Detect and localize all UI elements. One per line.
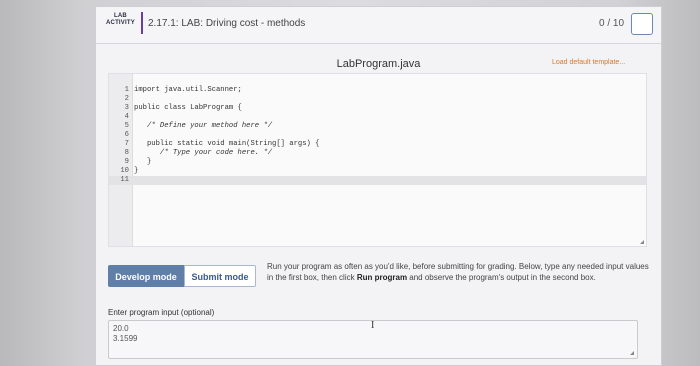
- code-text: /* Define your method here */: [134, 122, 273, 130]
- lab-panel: LAB ACTIVITY 2.17.1: LAB: Driving cost -…: [95, 6, 662, 366]
- code-line-active: 11: [109, 176, 646, 185]
- code-line: 4: [109, 113, 646, 122]
- code-text: public static void main(String[] args) {: [134, 140, 320, 148]
- input-line: 20.0: [113, 324, 129, 333]
- badge-line2: ACTIVITY: [106, 20, 135, 26]
- code-line: 9 }: [109, 158, 646, 167]
- line-number: 10: [120, 167, 129, 175]
- code-line: 2: [109, 95, 646, 104]
- program-input-label: Enter program input (optional): [108, 308, 215, 317]
- code-text: /* Type your code here. */: [134, 149, 273, 157]
- load-default-template-link[interactable]: Load default template...: [552, 59, 625, 66]
- instructions-part2: and observe the program's output in the …: [407, 273, 596, 282]
- code-line: 3 public class LabProgram {: [109, 104, 646, 113]
- lab-activity-badge: LAB ACTIVITY: [106, 13, 135, 27]
- line-number: 5: [124, 122, 129, 130]
- badge-divider: [141, 12, 143, 34]
- line-number: 4: [124, 113, 129, 121]
- run-instructions: Run your program as often as you'd like,…: [267, 261, 650, 283]
- code-line: 7 public static void main(String[] args)…: [109, 140, 646, 149]
- code-line: 1 import java.util.Scanner;: [109, 86, 646, 95]
- line-number: 3: [124, 104, 129, 112]
- submit-mode-button[interactable]: Submit mode: [184, 265, 256, 287]
- lab-title: 2.17.1: LAB: Driving cost - methods: [148, 18, 306, 29]
- line-number: 11: [120, 176, 129, 184]
- code-line: 8 /* Type your code here. */: [109, 149, 646, 158]
- code-editor[interactable]: 1 import java.util.Scanner; 2 3 public c…: [108, 73, 647, 247]
- score-box: [631, 13, 653, 35]
- input-line: 3.1599: [113, 334, 138, 343]
- line-number: 2: [124, 95, 129, 103]
- code-line: 10 }: [109, 167, 646, 176]
- line-number: 7: [124, 140, 129, 148]
- line-number: 6: [124, 131, 129, 139]
- line-number: 1: [124, 86, 129, 94]
- code-line: 5 /* Define your method here */: [109, 122, 646, 131]
- line-number: 8: [124, 149, 129, 157]
- code-text: }: [134, 158, 152, 166]
- line-number: 9: [124, 158, 129, 166]
- input-resize-handle[interactable]: [630, 351, 634, 355]
- text-cursor-icon: I: [371, 320, 375, 331]
- code-line: 6: [109, 131, 646, 140]
- lab-header: LAB ACTIVITY 2.17.1: LAB: Driving cost -…: [96, 7, 661, 44]
- editor-resize-handle[interactable]: [640, 240, 644, 244]
- code-text: import java.util.Scanner;: [134, 86, 242, 94]
- badge-line1: LAB: [114, 13, 127, 19]
- code-text: }: [134, 167, 139, 175]
- score-label: 0 / 10: [599, 18, 625, 29]
- develop-mode-button[interactable]: Develop mode: [108, 265, 184, 287]
- code-text: public class LabProgram {: [134, 104, 242, 112]
- run-program-text: Run program: [356, 273, 408, 282]
